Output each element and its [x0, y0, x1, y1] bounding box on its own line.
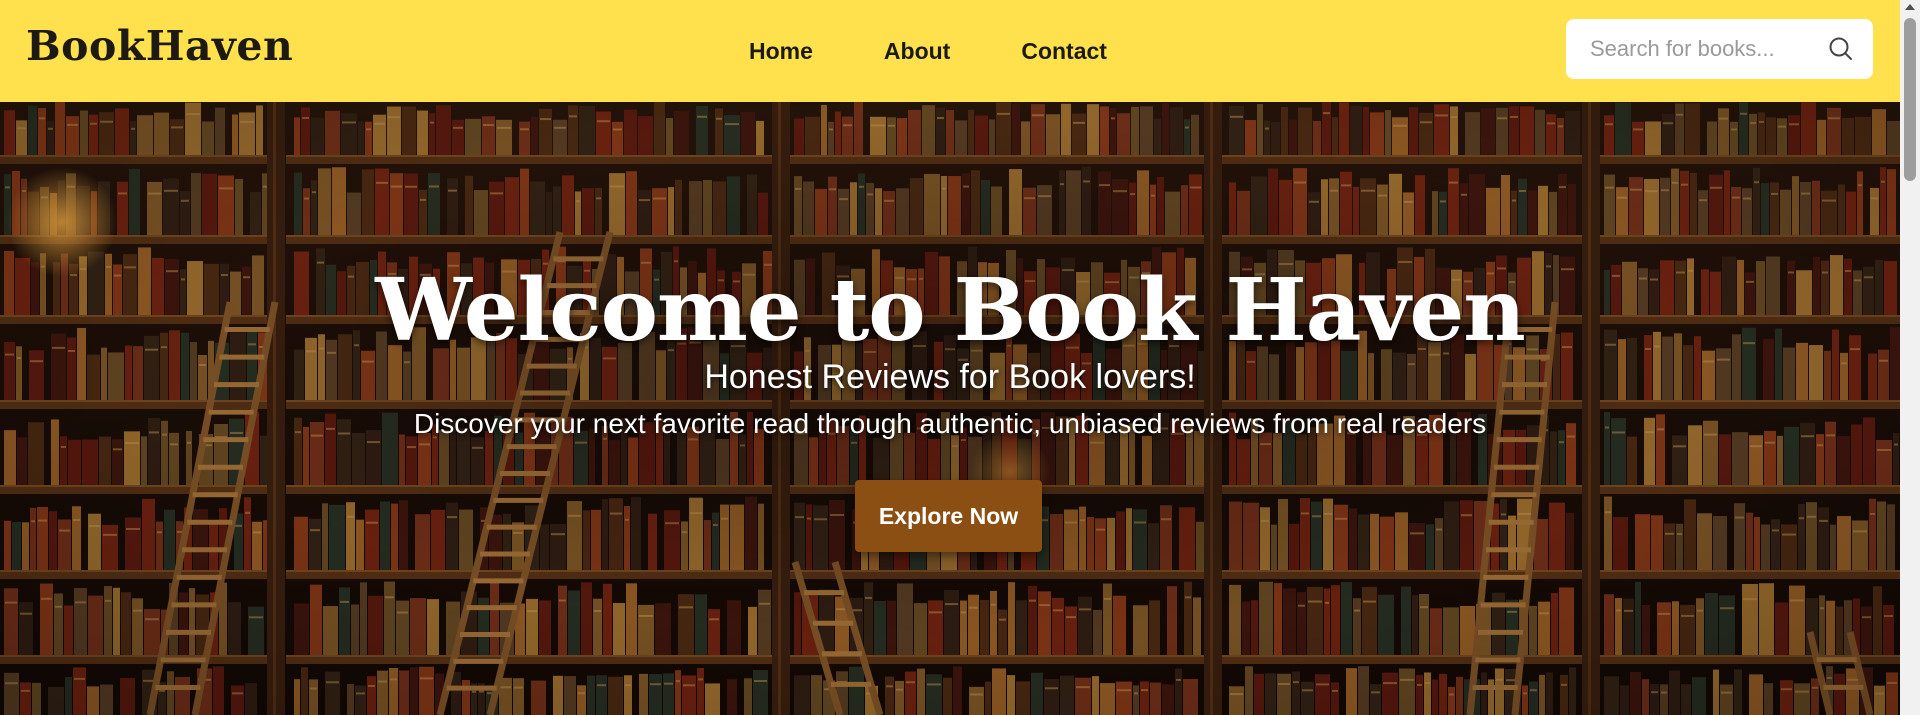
explore-now-button[interactable]: Explore Now — [855, 480, 1042, 552]
search-icon[interactable] — [1827, 35, 1855, 63]
scroll-up-arrow-icon[interactable] — [1905, 4, 1915, 10]
nav-about[interactable]: About — [884, 38, 950, 65]
scroll-thumb[interactable] — [1904, 18, 1916, 181]
hero-title: Welcome to Book Haven — [375, 260, 1526, 361]
nav-home[interactable]: Home — [749, 38, 813, 65]
main-nav: Home About Contact — [749, 0, 1107, 102]
search-input[interactable] — [1590, 36, 1810, 62]
site-logo[interactable]: BookHaven — [26, 22, 293, 70]
nav-contact[interactable]: Contact — [1021, 38, 1107, 65]
search-box — [1566, 19, 1873, 79]
hero-tagline: Discover your next favorite read through… — [413, 408, 1487, 439]
hero-subtitle: Honest Reviews for Book lovers! — [704, 358, 1196, 396]
page-scrollbar[interactable] — [1900, 0, 1920, 715]
hero-section: Welcome to Book Haven Honest Reviews for… — [0, 102, 1900, 715]
site-header: BookHaven Home About Contact — [0, 0, 1900, 102]
